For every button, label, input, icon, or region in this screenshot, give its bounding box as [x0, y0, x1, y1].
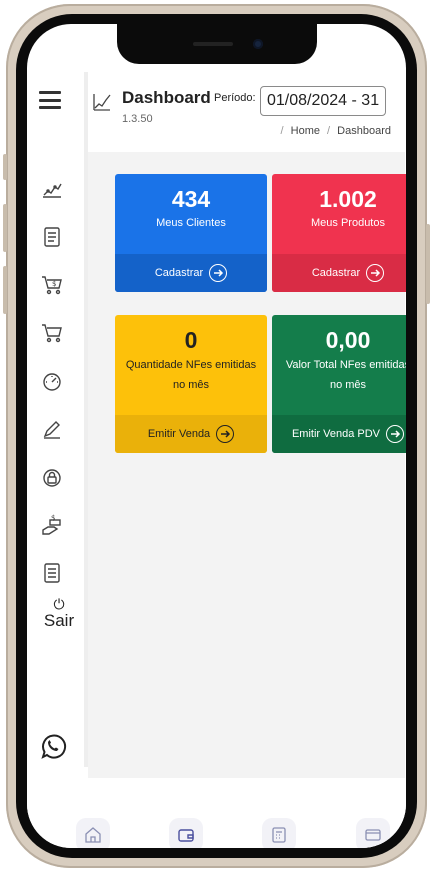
- card-icon[interactable]: [356, 818, 390, 848]
- card-label: Valor Total NFes emitidas no mês: [285, 359, 406, 391]
- chart-line-icon[interactable]: [41, 178, 63, 200]
- phone-notch: [117, 24, 317, 64]
- arrow-right-circle-icon: [209, 264, 228, 282]
- money-hand-icon[interactable]: $: [41, 514, 63, 536]
- main-content: Dashboard 1.3.50 Período: / Home / Dashb…: [88, 72, 406, 778]
- home-icon[interactable]: [76, 818, 110, 848]
- card-value: 1.002: [319, 186, 377, 212]
- power-icon: ⏻: [53, 596, 65, 612]
- card-label: Meus Produtos: [311, 217, 385, 229]
- arrow-right-circle-icon: [216, 425, 235, 443]
- card-action-label: Emitir Venda: [147, 428, 211, 440]
- lock-icon[interactable]: [41, 466, 63, 488]
- logout-button[interactable]: ⏻ Sair: [39, 597, 79, 631]
- card-label: Meus Clientes: [156, 217, 226, 229]
- svg-text:$: $: [52, 280, 56, 288]
- card-value: 434: [171, 186, 211, 212]
- emitir-venda-pdv-button[interactable]: Emitir Venda PDV: [272, 415, 406, 453]
- whatsapp-icon[interactable]: [37, 732, 67, 762]
- wallet-icon[interactable]: [169, 818, 203, 848]
- phone-bezel: $ $ ⏻ Sair Dashboard 1.3.50 Período: 01/…: [16, 14, 417, 858]
- card-valor-nfes: 0,00 Valor Total NFes emitidas no mês Em…: [272, 315, 406, 453]
- side-button: [3, 204, 7, 252]
- card-label: Quantidade NFes emitidas no mês: [125, 359, 257, 391]
- period-label: Período:: [214, 92, 256, 104]
- side-button: [3, 266, 7, 314]
- page-header: Dashboard 1.3.50 Período: / Home / Dashb…: [88, 72, 405, 152]
- cart-money-icon[interactable]: $: [41, 274, 63, 296]
- version-label: 1.3.50: [122, 113, 153, 125]
- breadcrumb: / Home / Dashboard: [280, 125, 391, 137]
- calculator-icon[interactable]: [262, 818, 296, 848]
- arrow-right-circle-icon: [386, 425, 405, 443]
- card-action-label: Cadastrar: [311, 267, 361, 279]
- card-qtd-nfes: 0 Quantidade NFes emitidas no mês Emitir…: [115, 315, 267, 453]
- list-document-icon[interactable]: [41, 562, 63, 584]
- document-icon[interactable]: [41, 226, 63, 248]
- cadastrar-clientes-button[interactable]: Cadastrar: [115, 254, 267, 292]
- cart-icon[interactable]: [41, 322, 63, 344]
- cadastrar-produtos-button[interactable]: Cadastrar: [272, 254, 406, 292]
- card-action-label: Cadastrar: [154, 267, 204, 279]
- camera-icon: [253, 39, 263, 49]
- card-action-label: Emitir Venda PDV: [291, 428, 381, 440]
- card-value: 0: [184, 327, 198, 353]
- svg-text:$: $: [51, 514, 55, 522]
- card-produtos: 1.002 Meus Produtos Cadastrar: [272, 174, 406, 292]
- period-input[interactable]: [260, 86, 386, 116]
- phone-frame: $ $ ⏻ Sair Dashboard 1.3.50 Período: 01/…: [3, 4, 430, 868]
- hamburger-menu-icon[interactable]: [39, 91, 61, 109]
- gauge-icon[interactable]: [41, 370, 63, 392]
- breadcrumb-current: Dashboard: [337, 125, 391, 137]
- logout-label: Sair: [43, 611, 75, 630]
- card-clientes: 434 Meus Clientes Cadastrar: [115, 174, 267, 292]
- side-button: [426, 224, 430, 304]
- side-button: [3, 154, 7, 180]
- arrow-right-circle-icon: [366, 264, 385, 282]
- pencil-icon[interactable]: [41, 418, 63, 440]
- breadcrumb-home[interactable]: Home: [291, 125, 320, 137]
- chart-line-icon: [92, 92, 112, 112]
- phone-screen: $ $ ⏻ Sair Dashboard 1.3.50 Período: 01/…: [27, 24, 406, 848]
- sidebar: $ $ ⏻ Sair: [27, 72, 88, 767]
- page-title: Dashboard: [122, 88, 211, 107]
- emitir-venda-button[interactable]: Emitir Venda: [115, 415, 267, 453]
- card-value: 0,00: [325, 327, 371, 353]
- bottom-nav: [27, 778, 406, 848]
